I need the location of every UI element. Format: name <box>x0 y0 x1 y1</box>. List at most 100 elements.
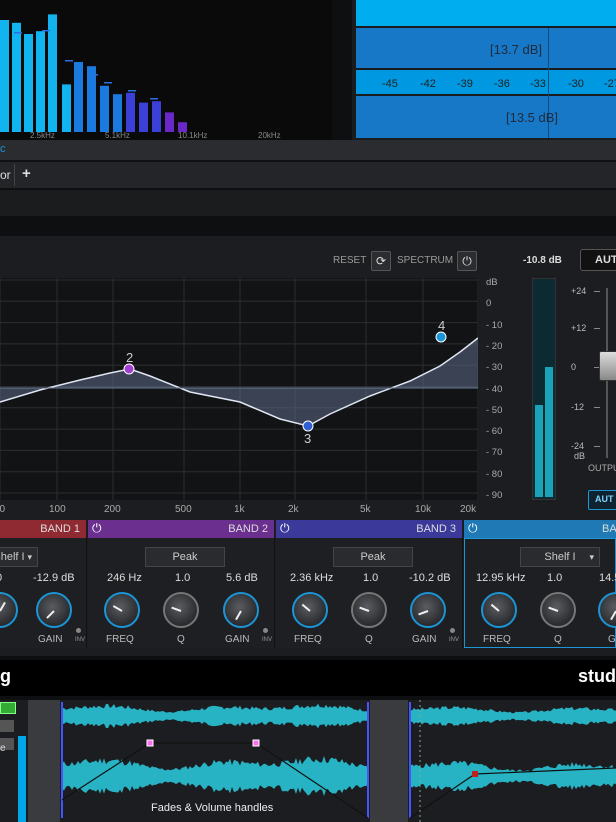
tab-editor[interactable]: or <box>0 168 11 182</box>
db-scale-label: - 10 <box>486 319 503 331</box>
spectrum-bar <box>113 94 122 132</box>
freq-scale-label: 100 <box>49 504 66 515</box>
band3-type-select[interactable]: Peak <box>333 547 413 567</box>
freq-scale-label: 1k <box>234 504 245 515</box>
inv-label: INV <box>449 637 460 643</box>
reset-label: RESET <box>333 255 367 266</box>
output-scale-label: +24 <box>571 286 587 296</box>
analyzer-freq-label: 5.1kHz <box>105 131 130 140</box>
band-value-readout: -12.9 dB <box>33 572 75 584</box>
band-value-readout: 1.0 <box>363 572 379 584</box>
knob-label: GAIN <box>412 634 437 645</box>
output-meter-left <box>535 405 543 497</box>
power-icon[interactable]: ⏻ <box>468 521 478 536</box>
volume-handle[interactable] <box>472 771 478 777</box>
knob-indicator <box>46 610 55 619</box>
auto-button[interactable]: AUT <box>580 249 616 271</box>
knob-indicator <box>0 601 6 612</box>
band-type-value: Shelf I <box>0 551 25 563</box>
band-value-readout: 14.5 <box>599 572 616 584</box>
band3-name: BAND 3 <box>416 523 456 535</box>
knob[interactable] <box>292 592 328 628</box>
freq-scale-label: 500 <box>175 504 192 515</box>
band-value-readout: 5.6 dB <box>226 572 258 584</box>
spectrum-bar <box>165 112 174 132</box>
power-icon: ⏻ <box>462 254 472 268</box>
spectrum-bar <box>24 34 33 132</box>
chevron-down-icon: ▾ <box>589 552 594 562</box>
spectrum-bar <box>126 92 135 132</box>
meter-scale-label: -33 <box>530 78 546 90</box>
band1-type-select[interactable]: Shelf I▾ <box>0 547 38 567</box>
meter-readout: [13.5 dB] <box>506 110 559 125</box>
waveform-lower <box>410 760 616 792</box>
peak-hold-marker <box>14 32 22 34</box>
db-scale-label: dB <box>486 277 498 288</box>
output-meter-right <box>545 367 553 497</box>
power-icon[interactable]: ⏻ <box>280 521 290 536</box>
status-text: c <box>0 143 6 155</box>
knob-label: Q <box>365 634 373 645</box>
output-scale-label: -12 <box>571 402 585 412</box>
knob-indicator <box>548 606 559 612</box>
knob[interactable] <box>540 592 576 628</box>
band1-header: BAND 1 <box>0 520 86 538</box>
band3-node[interactable] <box>302 420 314 432</box>
spectrum-bar <box>12 22 21 132</box>
knob[interactable] <box>104 592 140 628</box>
knob-indicator <box>235 610 242 621</box>
inv-indicator[interactable] <box>450 628 455 633</box>
spectrum-bar <box>36 31 45 133</box>
inv-indicator[interactable] <box>76 628 81 633</box>
analyzer-freq-label: 10.1kHz <box>178 131 208 140</box>
band4-name: BA <box>602 523 616 535</box>
peak-hold-marker <box>42 30 50 32</box>
band4-node[interactable] <box>435 331 447 343</box>
auto-button-label: AUT <box>595 254 616 266</box>
band4-type-select[interactable]: Shelf I ▾ <box>520 547 600 567</box>
tab-bar: or + <box>0 162 616 188</box>
freq-scale-label: 50 <box>0 504 6 515</box>
knob-label: GAIN <box>225 634 250 645</box>
meter-scale-label: -45 <box>382 78 398 90</box>
knob[interactable] <box>481 592 517 628</box>
band2-node[interactable] <box>123 363 135 375</box>
knob[interactable] <box>223 592 259 628</box>
fade-handle[interactable] <box>252 739 260 747</box>
auto-output-button[interactable]: AUT <box>588 490 616 510</box>
db-scale-label: - 90 <box>486 490 503 501</box>
band2-name: BAND 2 <box>228 523 268 535</box>
output-scale-label: -24 <box>571 441 585 451</box>
inv-indicator[interactable] <box>263 628 268 633</box>
db-scale-label: - 40 <box>486 383 503 395</box>
knob[interactable] <box>36 592 72 628</box>
band-value-readout: 2.36 kHz <box>290 572 334 584</box>
spectrum-toggle-button[interactable]: ⏻ <box>457 251 477 271</box>
add-tab-button[interactable]: + <box>22 165 31 182</box>
knob-indicator <box>301 603 311 612</box>
output-fader-handle[interactable] <box>599 351 616 381</box>
audio-waveform[interactable] <box>0 700 616 822</box>
knob[interactable] <box>351 592 387 628</box>
toolbar-strip <box>0 190 616 216</box>
eq-curve-display[interactable]: 2 3 4 <box>0 278 479 500</box>
reset-button[interactable]: ⟳ <box>371 251 391 271</box>
meter-scale-label: -30 <box>568 78 584 90</box>
meter-scale-label: -39 <box>457 78 473 90</box>
spectrum-bar <box>152 101 161 132</box>
peak-hold-marker <box>150 98 158 100</box>
band-value-readout: 246 Hz <box>107 572 142 584</box>
power-icon[interactable]: ⏻ <box>92 521 102 536</box>
refresh-icon: ⟳ <box>375 254 387 268</box>
level-meter-panel: [13.7 dB] [13.5 dB] -45 -42 -39 -36 -33 … <box>352 0 616 140</box>
band2-type-select[interactable]: Peak <box>145 547 225 567</box>
eq-curve-svg[interactable]: 2 3 4 <box>0 278 479 500</box>
knob-indicator <box>490 603 500 612</box>
band4-header: ⏻ BA <box>464 520 616 538</box>
node-label: 2 <box>126 350 133 365</box>
knob[interactable] <box>163 592 199 628</box>
knob[interactable] <box>410 592 446 628</box>
knob-indicator <box>359 606 370 612</box>
fade-handle[interactable] <box>146 739 154 747</box>
auto-output-label: AUT <box>595 494 614 504</box>
